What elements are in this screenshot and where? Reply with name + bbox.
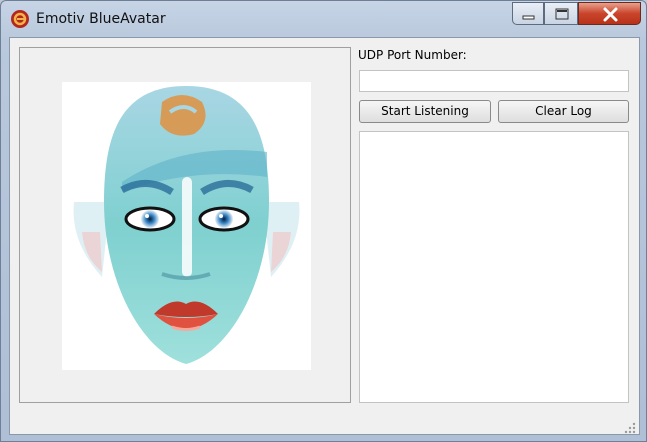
- title-bar[interactable]: Emotiv BlueAvatar: [1, 1, 646, 35]
- avatar-face-image: [62, 82, 311, 370]
- emotiv-logo-icon[interactable]: [10, 9, 30, 29]
- app-window: Emotiv BlueAvatar UDP Port Number: Start…: [0, 0, 647, 442]
- close-icon: [603, 7, 618, 22]
- maximize-button[interactable]: [544, 2, 578, 25]
- minimize-button[interactable]: [512, 2, 544, 25]
- close-button[interactable]: [578, 2, 641, 25]
- log-textarea[interactable]: [359, 131, 629, 403]
- maximize-icon: [555, 8, 569, 20]
- clear-log-button[interactable]: Clear Log: [498, 100, 629, 123]
- start-listening-button[interactable]: Start Listening: [359, 100, 491, 123]
- minimize-icon: [522, 15, 535, 20]
- client-area: UDP Port Number: Start Listening Clear L…: [9, 37, 640, 435]
- window-title: Emotiv BlueAvatar: [36, 11, 166, 27]
- avatar-panel: [19, 47, 351, 403]
- udp-port-input[interactable]: [359, 70, 629, 92]
- udp-port-label: UDP Port Number:: [358, 48, 467, 62]
- resize-grip-icon[interactable]: [624, 419, 636, 434]
